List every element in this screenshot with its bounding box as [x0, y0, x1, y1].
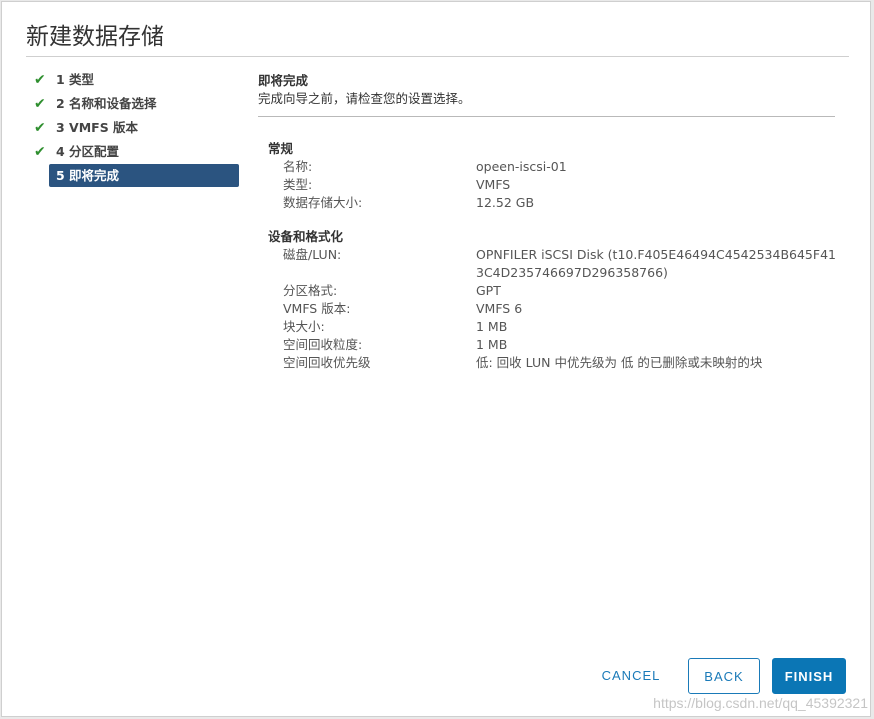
row-key: 名称: [283, 159, 313, 174]
watermark: https://blog.csdn.net/qq_45392321 [653, 695, 868, 711]
step-label: 1 类型 [56, 72, 95, 87]
check-icon: ✔ [34, 96, 46, 112]
row-value: GPT [476, 283, 501, 298]
summary-row: 空间回收粒度: 1 MB [268, 336, 838, 354]
title-divider [26, 56, 849, 57]
row-value: VMFS [476, 177, 511, 192]
panel-subtitle: 完成向导之前，请检查您的设置选择。 [258, 91, 471, 106]
section-heading: 设备和格式化 [268, 229, 344, 244]
finish-button[interactable]: FINISH [772, 658, 846, 694]
summary-row: 数据存储大小: 12.52 GB [268, 194, 838, 212]
summary-row: 类型: VMFS [268, 176, 838, 194]
summary-row: VMFS 版本: VMFS 6 [268, 300, 838, 318]
check-icon: ✔ [34, 72, 46, 88]
row-value: 1 MB [476, 319, 508, 334]
summary-row: 磁盘/LUN: OPNFILER iSCSI Disk (t10.F405E46… [268, 246, 838, 282]
summary-row: 空间回收优先级 低: 回收 LUN 中优先级为 低 的已删除或未映射的块 [268, 354, 838, 372]
row-key: 分区格式: [283, 283, 338, 298]
summary-header: 即将完成 完成向导之前，请检查您的设置选择。 [258, 72, 838, 117]
row-value: OPNFILER iSCSI Disk (t10.F405E46494C4542… [476, 247, 836, 280]
panel-title: 即将完成 [258, 73, 309, 88]
check-icon: ✔ [34, 120, 46, 136]
row-key: VMFS 版本: [283, 301, 351, 316]
summary-row: 块大小: 1 MB [268, 318, 838, 336]
step-label: 4 分区配置 [56, 144, 120, 159]
step-label: 2 名称和设备选择 [56, 96, 157, 111]
back-button[interactable]: BACK [688, 658, 760, 694]
step-1-type[interactable]: ✔ 1 类型 [32, 68, 242, 92]
summary-row: 分区格式: GPT [268, 282, 838, 300]
row-value: VMFS 6 [476, 301, 523, 316]
row-key: 数据存储大小: [283, 195, 363, 210]
panel-divider [258, 116, 835, 117]
step-label: 3 VMFS 版本 [56, 120, 139, 135]
step-3-vmfs-version[interactable]: ✔ 3 VMFS 版本 [32, 116, 242, 140]
summary-row: 名称: opeen-iscsi-01 [268, 158, 838, 176]
section-heading: 常规 [268, 141, 294, 156]
step-4-partition-config[interactable]: ✔ 4 分区配置 [32, 140, 242, 164]
new-datastore-dialog: 新建数据存储 ✔ 1 类型 ✔ 2 名称和设备选择 ✔ 3 VMFS 版本 ✔ … [1, 1, 871, 717]
cancel-button[interactable]: CANCEL [592, 658, 670, 694]
wizard-steps: ✔ 1 类型 ✔ 2 名称和设备选择 ✔ 3 VMFS 版本 ✔ 4 分区配置 … [32, 68, 242, 187]
row-key: 空间回收粒度: [283, 337, 363, 352]
row-value: 低: 回收 LUN 中优先级为 低 的已删除或未映射的块 [476, 355, 763, 370]
row-value: 12.52 GB [476, 195, 535, 210]
dialog-title: 新建数据存储 [26, 24, 164, 50]
row-key: 类型: [283, 177, 313, 192]
step-5-ready-to-complete[interactable]: 5 即将完成 [49, 164, 239, 187]
row-key: 块大小: [283, 319, 325, 334]
step-label: 5 即将完成 [56, 168, 120, 183]
check-icon: ✔ [34, 144, 46, 160]
row-value: opeen-iscsi-01 [476, 159, 567, 174]
general-section: 常规 名称: opeen-iscsi-01 类型: VMFS 数据存储大小: 1… [268, 140, 838, 212]
device-format-section: 设备和格式化 磁盘/LUN: OPNFILER iSCSI Disk (t10.… [268, 228, 838, 372]
row-key: 空间回收优先级 [283, 355, 371, 370]
row-value: 1 MB [476, 337, 508, 352]
step-2-name-device[interactable]: ✔ 2 名称和设备选择 [32, 92, 242, 116]
row-key: 磁盘/LUN: [283, 247, 342, 262]
